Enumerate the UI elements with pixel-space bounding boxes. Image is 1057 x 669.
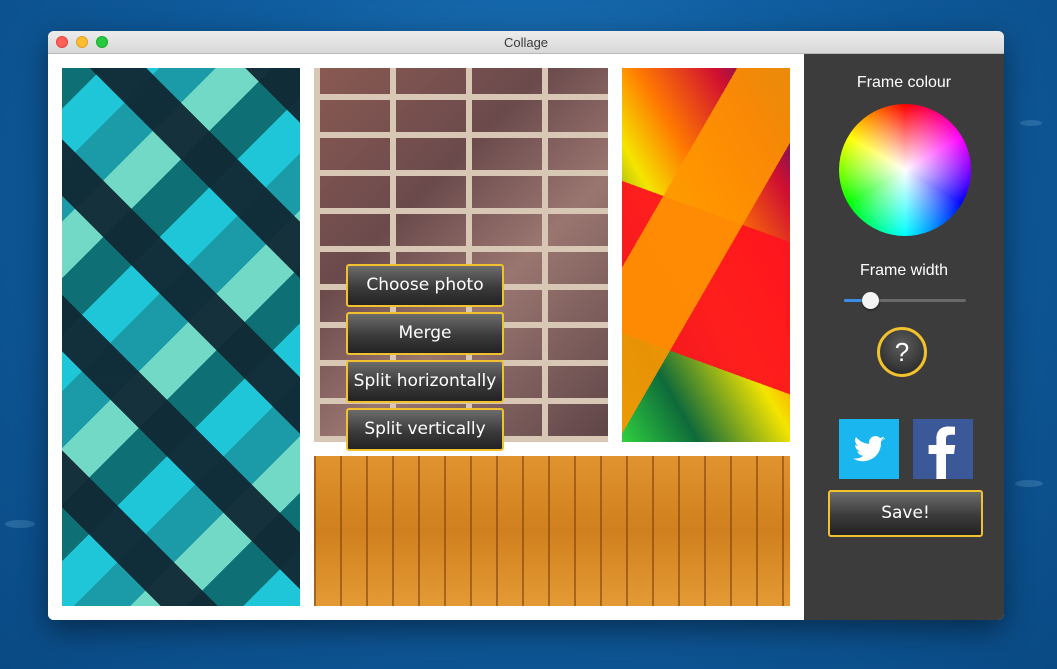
slider-thumb[interactable] bbox=[862, 292, 880, 309]
frame-colour-label: Frame colour bbox=[856, 74, 952, 91]
help-icon[interactable]: ? bbox=[877, 327, 927, 377]
collage-canvas: Choose photo Merge Split horizontally Sp… bbox=[48, 54, 804, 620]
frame-width-label: Frame width bbox=[859, 262, 949, 279]
collage-photo-teal-squares[interactable] bbox=[62, 68, 300, 606]
facebook-share-button[interactable] bbox=[913, 419, 973, 479]
collage-photo-polygon-art[interactable] bbox=[622, 68, 790, 442]
facebook-icon bbox=[928, 426, 956, 479]
background-fish bbox=[5, 520, 35, 528]
title-bar[interactable]: Collage bbox=[48, 31, 1004, 54]
twitter-icon bbox=[853, 435, 885, 462]
split-horizontally-button[interactable]: Split horizontally bbox=[346, 360, 504, 403]
collage-photo-wood-planks[interactable] bbox=[314, 456, 790, 606]
window-title: Collage bbox=[503, 35, 549, 50]
cell-context-menu: Choose photo Merge Split horizontally Sp… bbox=[346, 264, 506, 456]
settings-sidebar: Frame colour Frame width ? Save! bbox=[804, 54, 1004, 620]
twitter-share-button[interactable] bbox=[839, 419, 899, 479]
save-button[interactable]: Save! bbox=[828, 490, 983, 537]
app-window: Collage Choose photo Merge Split horizon… bbox=[48, 31, 1004, 620]
merge-button[interactable]: Merge bbox=[346, 312, 504, 355]
choose-photo-button[interactable]: Choose photo bbox=[346, 264, 504, 307]
background-fish bbox=[1015, 480, 1043, 487]
color-wheel-icon[interactable] bbox=[839, 104, 971, 236]
split-vertically-button[interactable]: Split vertically bbox=[346, 408, 504, 451]
background-fish bbox=[1020, 120, 1042, 126]
